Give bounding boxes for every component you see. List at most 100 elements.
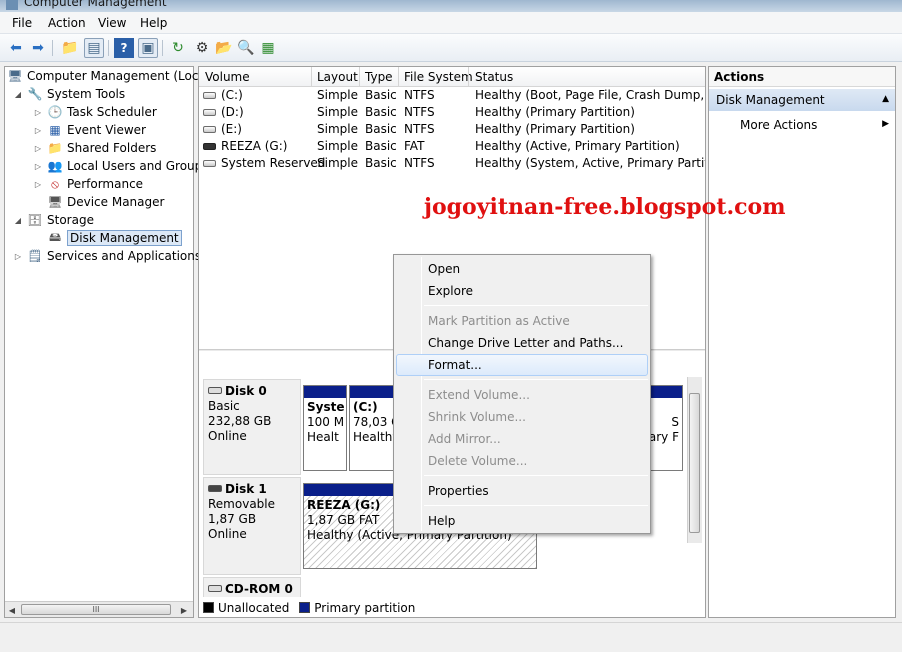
- menu-item-open[interactable]: Open: [396, 258, 648, 280]
- menu-file[interactable]: File: [12, 16, 32, 30]
- expand-triangle-icon[interactable]: ▷: [33, 126, 43, 135]
- removable-disk-icon: [208, 485, 222, 492]
- tree-item-system-tools[interactable]: ◢ 🔧 System Tools: [13, 85, 125, 103]
- column-layout[interactable]: Layout: [317, 70, 358, 84]
- menu-item-format[interactable]: Format...: [396, 354, 648, 376]
- tree-item-disk-management[interactable]: 🖴 Disk Management: [47, 229, 182, 247]
- disk-view-vertical-scrollbar[interactable]: [687, 377, 702, 543]
- tree-item-shared-folders[interactable]: ▷ 📁 Shared Folders: [33, 139, 156, 157]
- menu-bar: File Action View Help: [0, 12, 902, 34]
- expand-triangle-icon[interactable]: ▷: [13, 252, 23, 261]
- services-icon: 🗒: [27, 249, 43, 263]
- partition-legend: Unallocated Primary partition: [203, 601, 415, 615]
- storage-icon: 🗄: [27, 213, 43, 227]
- forward-arrow-icon[interactable]: ➡: [28, 38, 48, 58]
- menu-item-change-drive-letter[interactable]: Change Drive Letter and Paths...: [396, 332, 648, 354]
- up-folder-icon[interactable]: 📁: [60, 38, 80, 58]
- menu-item-properties[interactable]: Properties: [396, 480, 648, 502]
- partition-c[interactable]: (C:) 78,03 G Healthy: [349, 385, 395, 471]
- show-hide-tree-icon[interactable]: ▤: [84, 38, 104, 58]
- column-file-system[interactable]: File System: [404, 70, 473, 84]
- event-log-icon: ▦: [49, 123, 61, 137]
- refresh-icon[interactable]: ↻: [168, 38, 188, 58]
- device-manager-icon: 🖥: [47, 195, 63, 209]
- menu-item-mark-active: Mark Partition as Active: [428, 314, 570, 328]
- settings-icon[interactable]: ⚙: [192, 38, 212, 58]
- table-row[interactable]: (C:) Simple Basic NTFS Healthy (Boot, Pa…: [199, 87, 705, 104]
- computer-management-icon: [6, 0, 18, 10]
- drive-icon: [203, 126, 216, 133]
- primary-partition-swatch: [299, 602, 311, 613]
- table-row[interactable]: REEZA (G:) Simple Basic FAT Healthy (Act…: [199, 138, 705, 155]
- actions-title: Actions: [709, 67, 895, 87]
- shared-folder-icon: 📁: [47, 141, 63, 155]
- collapse-triangle-icon[interactable]: ◢: [13, 216, 23, 225]
- status-bar: [0, 622, 902, 652]
- expand-triangle-icon[interactable]: ▷: [33, 108, 43, 117]
- tree-item-local-users[interactable]: ▷ 👥 Local Users and Groups: [33, 157, 209, 175]
- search-icon[interactable]: 🔍: [236, 38, 256, 58]
- title-bar: Computer Management: [0, 0, 902, 12]
- disk-management-icon: 🖴: [48, 229, 62, 244]
- menu-item-add-mirror: Add Mirror...: [428, 432, 501, 446]
- partition-system-reserved[interactable]: Syste 100 M Healt: [303, 385, 347, 471]
- tree-item-task-scheduler[interactable]: ▷ 🕒 Task Scheduler: [33, 103, 157, 121]
- collapse-triangle-icon[interactable]: ◢: [13, 90, 23, 99]
- scroll-right-arrow-icon[interactable]: ▶: [177, 603, 191, 617]
- back-arrow-icon[interactable]: ⬅: [6, 38, 26, 58]
- collapse-up-icon[interactable]: ▲: [882, 94, 889, 104]
- scroll-left-arrow-icon[interactable]: ◀: [5, 603, 19, 617]
- menu-action[interactable]: Action: [48, 16, 86, 30]
- drive-icon: [203, 109, 216, 116]
- tree-item-root[interactable]: 🖥 Computer Management (Local: [7, 67, 209, 85]
- users-icon: 👥: [47, 159, 63, 173]
- clock-icon: 🕒: [47, 105, 63, 119]
- actions-section-disk-management[interactable]: Disk Management ▲: [709, 89, 895, 111]
- menu-item-extend-volume: Extend Volume...: [428, 388, 530, 402]
- expand-triangle-icon[interactable]: ▷: [33, 162, 43, 171]
- column-type[interactable]: Type: [365, 70, 393, 84]
- unallocated-swatch: [203, 602, 214, 613]
- drive-icon: [203, 160, 216, 167]
- tools-icon: 🔧: [27, 87, 43, 101]
- help-icon[interactable]: ?: [114, 38, 134, 58]
- cdrom-icon: [208, 585, 222, 592]
- drive-icon: [203, 92, 216, 99]
- disk-0-label[interactable]: Disk 0 Basic 232,88 GB Online: [203, 379, 301, 475]
- performance-icon: ⦸: [51, 176, 59, 191]
- expand-triangle-icon[interactable]: ▷: [33, 144, 43, 153]
- table-row[interactable]: (E:) Simple Basic NTFS Healthy (Primary …: [199, 121, 705, 138]
- context-menu: Open Explore Mark Partition as Active Ch…: [393, 254, 651, 534]
- table-row[interactable]: (D:) Simple Basic NTFS Healthy (Primary …: [199, 104, 705, 121]
- menu-view[interactable]: View: [98, 16, 126, 30]
- export-list-icon[interactable]: ▦: [258, 38, 278, 58]
- window-title: Computer Management: [24, 0, 167, 9]
- scroll-thumb[interactable]: [689, 393, 700, 533]
- toolbar: ⬅ ➡ 📁 ▤ ? ▣ ↻ ⚙ 📂 🔍 ▦: [0, 34, 902, 62]
- expand-triangle-icon[interactable]: ▷: [33, 180, 43, 189]
- watermark-text: jogoyitnan-free.blogspot.com: [424, 194, 786, 220]
- show-hide-action-pane-icon[interactable]: ▣: [138, 38, 158, 58]
- table-row[interactable]: System Reserved Simple Basic NTFS Health…: [199, 155, 705, 172]
- menu-item-explore[interactable]: Explore: [396, 280, 648, 302]
- cdrom-0-label[interactable]: CD-ROM 0: [203, 577, 301, 597]
- menu-item-help[interactable]: Help: [396, 510, 648, 532]
- column-volume[interactable]: Volume: [205, 70, 250, 84]
- menu-item-shrink-volume: Shrink Volume...: [428, 410, 526, 424]
- tree-horizontal-scrollbar[interactable]: ◀ III ▶: [5, 601, 193, 617]
- tree-item-services[interactable]: ▷ 🗒 Services and Applications: [13, 247, 201, 265]
- column-status[interactable]: Status: [475, 70, 513, 84]
- navigation-tree: 🖥 Computer Management (Local ◢ 🔧 System …: [4, 66, 209, 618]
- tree-item-storage[interactable]: ◢ 🗄 Storage: [13, 211, 94, 229]
- disk-1-label[interactable]: Disk 1 Removable 1,87 GB Online: [203, 477, 301, 575]
- volume-list-header: Volume Layout Type File System Status: [199, 67, 705, 87]
- scroll-thumb[interactable]: III: [21, 604, 171, 615]
- chevron-right-icon: ▶: [882, 119, 889, 129]
- menu-help[interactable]: Help: [140, 16, 167, 30]
- tree-item-device-manager[interactable]: 🖥 Device Manager: [47, 193, 164, 211]
- tree-item-performance[interactable]: ▷ ⦸ Performance: [33, 175, 143, 193]
- actions-pane: Actions Disk Management ▲ More Actions ▶: [708, 66, 896, 618]
- more-actions-item[interactable]: More Actions ▶: [709, 115, 895, 135]
- open-folder-icon[interactable]: 📂: [214, 38, 234, 58]
- tree-item-event-viewer[interactable]: ▷ ▦ Event Viewer: [33, 121, 146, 139]
